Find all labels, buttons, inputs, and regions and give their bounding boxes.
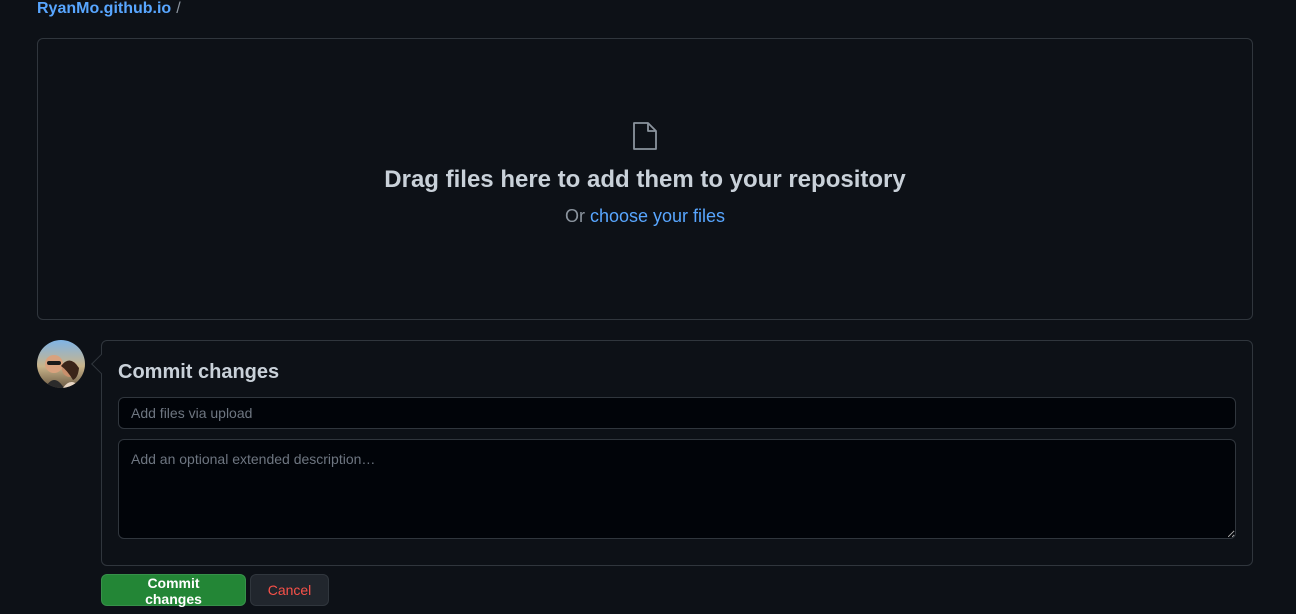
file-dropzone[interactable]: Drag files here to add them to your repo…: [37, 38, 1253, 320]
file-icon: [633, 122, 657, 150]
dropzone-title: Drag files here to add them to your repo…: [384, 166, 906, 193]
speech-caret: [91, 354, 111, 374]
cancel-button[interactable]: Cancel: [250, 574, 329, 606]
commit-summary-input[interactable]: [118, 397, 1236, 429]
commit-changes-button[interactable]: Commit changes: [101, 574, 246, 607]
repo-link[interactable]: RyanMo.github.io: [37, 0, 171, 18]
commit-form: Commit changes: [91, 340, 1253, 566]
commit-description-input[interactable]: [118, 439, 1236, 539]
or-label: Or: [564, 206, 585, 226]
choose-files-link[interactable]: choose your files: [590, 206, 725, 226]
commit-heading: Commit changes: [118, 361, 280, 383]
avatar: [37, 340, 85, 388]
dropzone-subtitle: Or choose your files: [38, 206, 1252, 227]
breadcrumb-separator: /: [176, 0, 181, 17]
breadcrumb: RyanMo.github.io /: [37, 0, 181, 18]
